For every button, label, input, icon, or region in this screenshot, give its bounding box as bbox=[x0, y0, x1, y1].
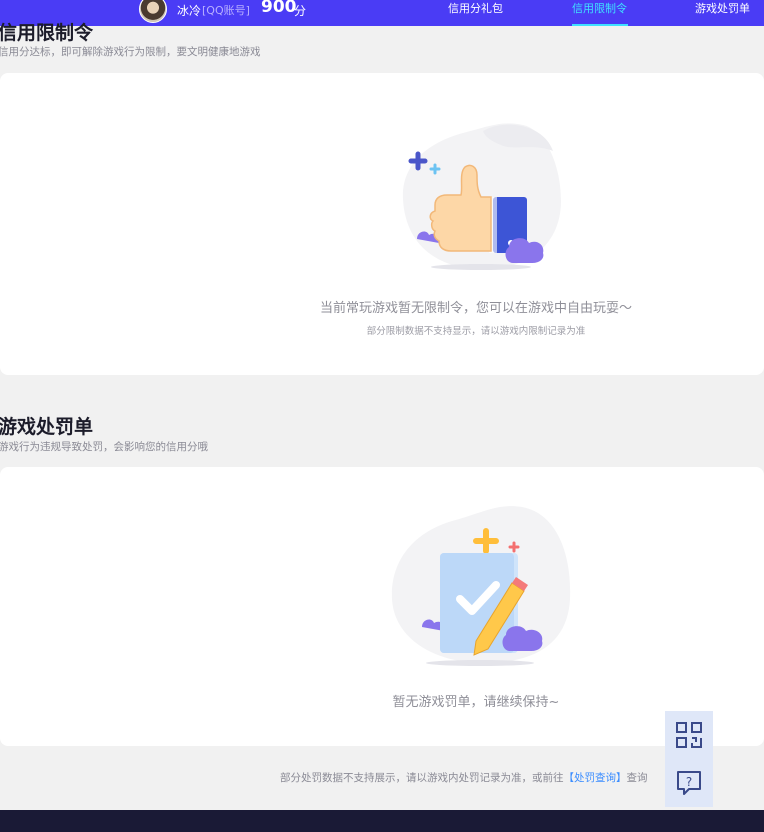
tab-credit-restriction[interactable]: 信用限制令 bbox=[572, 0, 627, 16]
thumbs-up-illustration bbox=[402, 123, 561, 270]
restriction-section-description: 信用分达标，即可解除游戏行为限制，要文明健康地游戏 bbox=[0, 46, 261, 58]
penalty-section-title: 游戏处罚单 bbox=[0, 416, 94, 438]
clipboard-pencil-illustration bbox=[391, 506, 571, 666]
username: 冰冷 bbox=[177, 4, 202, 18]
restriction-card: 当前常玩游戏暂无限制令，您可以在游戏中自由玩耍～ 部分限制数据不支持显示，请以游… bbox=[0, 73, 764, 375]
restriction-empty-message: 当前常玩游戏暂无限制令，您可以在游戏中自由玩耍～ bbox=[319, 301, 632, 316]
page-footer bbox=[0, 810, 764, 832]
penalty-section-description: 游戏行为违规导致处罚，会影响您的信用分哦 bbox=[0, 441, 208, 453]
tab-credit-gift[interactable]: 信用分礼包 bbox=[448, 0, 503, 16]
footnote-text: 部分处罚数据不支持展示，请以游戏内处罚记录为准，或前往 bbox=[280, 772, 564, 784]
credit-score-unit: 分 bbox=[294, 4, 307, 18]
penalty-footnote: 部分处罚数据不支持展示，请以游戏内处罚记录为准，或前往【处罚查询】查询 bbox=[280, 770, 648, 785]
restriction-empty-note: 部分限制数据不支持显示，请以游戏内限制记录为准 bbox=[366, 326, 586, 337]
penalty-query-link[interactable]: 【处罚查询】 bbox=[564, 772, 627, 784]
avatar[interactable] bbox=[139, 0, 167, 23]
qr-code-button[interactable] bbox=[665, 711, 713, 759]
footnote-text-after: 查询 bbox=[626, 772, 648, 784]
restriction-section-title: 信用限制令 bbox=[0, 22, 94, 44]
svg-text:?: ? bbox=[686, 775, 692, 789]
help-chat-button[interactable]: ? bbox=[665, 759, 713, 807]
top-navbar: 冰冷 [QQ账号] 900 分 信用分礼包 信用限制令 游戏处罚单 bbox=[0, 0, 764, 26]
penalty-empty-message: 暂无游戏罚单，请继续保持~ bbox=[392, 695, 560, 710]
credit-score: 900 bbox=[261, 0, 297, 17]
help-chat-icon: ? bbox=[677, 771, 701, 795]
tab-game-penalty[interactable]: 游戏处罚单 bbox=[695, 0, 750, 16]
account-type: [QQ账号] bbox=[202, 4, 250, 17]
active-tab-indicator bbox=[572, 24, 628, 26]
penalty-card: 暂无游戏罚单，请继续保持~ bbox=[0, 467, 764, 746]
qr-code-icon bbox=[676, 722, 702, 748]
